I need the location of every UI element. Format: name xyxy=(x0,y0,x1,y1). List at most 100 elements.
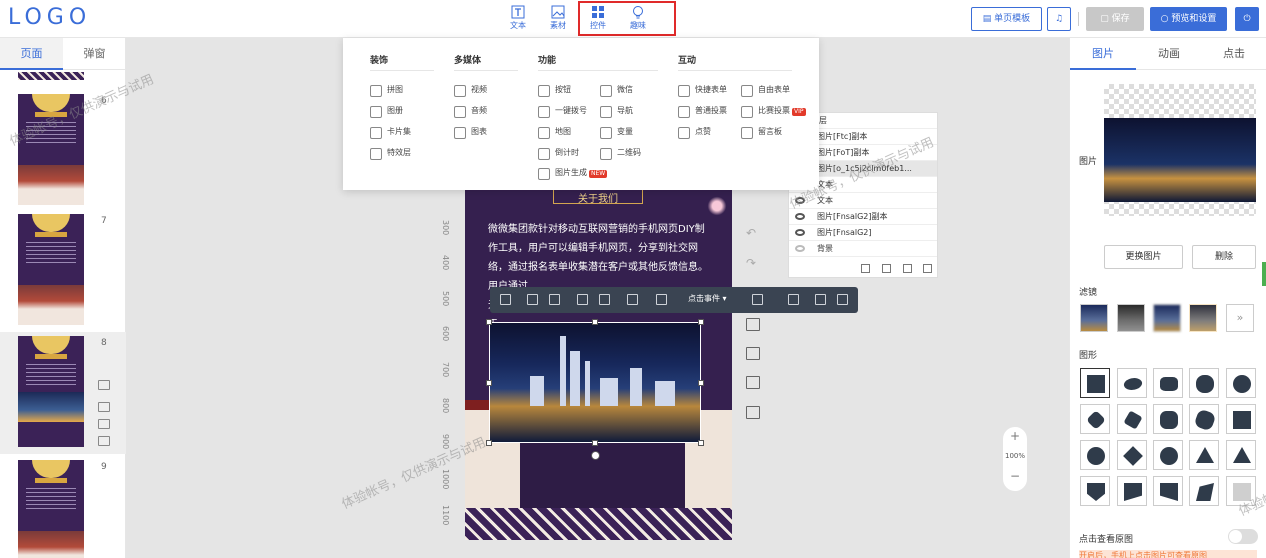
trash-icon[interactable] xyxy=(837,294,848,305)
tab-animation[interactable]: 动画 xyxy=(1136,38,1202,70)
shape-rough-circle[interactable] xyxy=(1080,440,1110,470)
resize-handle[interactable] xyxy=(698,319,704,325)
shape-flag[interactable] xyxy=(1117,476,1147,506)
page-thumb-8[interactable] xyxy=(18,336,84,447)
page-thumb-9[interactable] xyxy=(18,460,84,558)
frame-icon[interactable] xyxy=(549,294,560,305)
menu-item-card-set[interactable]: 卡片集 xyxy=(370,126,411,139)
resize-handle[interactable] xyxy=(698,440,704,446)
page-thumb-7[interactable] xyxy=(18,214,84,325)
tab-image[interactable]: 图片 xyxy=(1070,38,1136,70)
spacing-icon[interactable] xyxy=(788,294,799,305)
menu-item-variable[interactable]: 变量 xyxy=(600,126,633,139)
menu-item-like[interactable]: 点赞 xyxy=(678,126,711,139)
music-button[interactable]: ♫ xyxy=(1047,7,1071,31)
intro-paragraph[interactable]: 微微集团款针对移动互联网营销的手机网页DIY制作工具，用户可以编辑手机网页，分享… xyxy=(488,220,712,334)
single-page-template-button[interactable]: ▤ 单页模板 xyxy=(971,7,1042,31)
page-thumb-5-bottom[interactable] xyxy=(18,72,84,80)
eye-icon[interactable] xyxy=(795,245,805,252)
filter-option[interactable] xyxy=(1189,304,1217,332)
filter-option[interactable] xyxy=(1080,304,1108,332)
tab-click[interactable]: 点击 xyxy=(1201,38,1266,70)
menu-item-countdown[interactable]: 倒计时 xyxy=(538,147,579,160)
resize-handle[interactable] xyxy=(486,380,492,386)
template-page-icon[interactable] xyxy=(98,402,110,412)
tool-material[interactable]: 素材 xyxy=(543,5,573,35)
menu-item-audio[interactable]: 音频 xyxy=(454,105,487,118)
eye-icon[interactable] xyxy=(795,229,805,236)
shape-brush-1[interactable] xyxy=(1117,368,1147,398)
menu-item-video[interactable]: 视频 xyxy=(454,84,487,97)
shape-cross-blob[interactable] xyxy=(1189,404,1219,434)
click-event-dropdown[interactable]: 点击事件 ▾ xyxy=(688,293,727,304)
copy-icon[interactable] xyxy=(815,294,826,305)
menu-item-chart[interactable]: 图表 xyxy=(454,126,487,139)
preview-settings-button[interactable]: ○ 预览和设置 xyxy=(1150,7,1227,31)
duplicate-icon[interactable] xyxy=(746,318,760,331)
menu-item-puzzle[interactable]: 拼图 xyxy=(370,84,403,97)
shape-blob[interactable] xyxy=(1189,368,1219,398)
layer-item[interactable]: 背景 xyxy=(789,241,937,257)
filter-option[interactable] xyxy=(1153,304,1181,332)
menu-item-album[interactable]: 图册 xyxy=(370,105,403,118)
menu-item-effect-layer[interactable]: 特效层 xyxy=(370,147,411,160)
shape-splat-3[interactable] xyxy=(1153,404,1183,434)
download-icon[interactable] xyxy=(746,406,760,419)
shape-circle-rough[interactable] xyxy=(1226,368,1256,398)
layer-delete-icon[interactable] xyxy=(923,264,932,273)
menu-item-image-gen[interactable]: 图片生成 NEW xyxy=(538,167,608,180)
power-button[interactable]: ⏻ xyxy=(1235,7,1259,31)
filter-option[interactable] xyxy=(1117,304,1145,332)
copy-page-icon[interactable] xyxy=(98,419,110,429)
replace-image-button[interactable]: 更换图片 xyxy=(1104,245,1183,269)
redo-icon[interactable]: ↷ xyxy=(746,256,756,270)
more-filters-button[interactable]: » xyxy=(1226,304,1254,332)
align-icon[interactable] xyxy=(656,294,667,305)
menu-item-navigation[interactable]: 导航 xyxy=(600,105,633,118)
delete-page-icon[interactable] xyxy=(98,436,110,446)
city-night-image[interactable] xyxy=(489,322,701,443)
menu-item-wechat[interactable]: 微信 xyxy=(600,84,633,97)
shape-diamond[interactable] xyxy=(1117,440,1147,470)
menu-item-free-form[interactable]: 自由表单 xyxy=(741,84,790,97)
shape-triangle[interactable] xyxy=(1189,440,1219,470)
page-title[interactable]: 关于我们 xyxy=(553,190,643,205)
layer-copy-icon[interactable] xyxy=(882,264,891,273)
resize-handle[interactable] xyxy=(486,319,492,325)
mobile-preview-icon[interactable] xyxy=(746,376,760,389)
resize-handle[interactable] xyxy=(592,440,598,446)
shape-parallelogram[interactable] xyxy=(1189,476,1219,506)
click-view-original-toggle[interactable] xyxy=(1228,529,1258,544)
shape-brush-2[interactable] xyxy=(1153,368,1183,398)
delete-image-button[interactable]: 删除 xyxy=(1192,245,1256,269)
tab-pages[interactable]: 页面 xyxy=(0,38,63,70)
menu-item-one-click-dial[interactable]: 一键拨号 xyxy=(538,105,587,118)
save-button[interactable]: ▢ 保存 xyxy=(1086,7,1144,31)
flip-icon[interactable] xyxy=(752,294,763,305)
tab-popups[interactable]: 弹窗 xyxy=(63,38,126,70)
crop-fit-icon[interactable] xyxy=(500,294,511,305)
crop-icon[interactable] xyxy=(527,294,538,305)
layer-up-icon[interactable] xyxy=(577,294,588,305)
shape-splat-2[interactable] xyxy=(1117,404,1147,434)
shape-splat-1[interactable] xyxy=(1080,404,1110,434)
menu-item-quick-form[interactable]: 快捷表单 xyxy=(678,84,727,97)
zoom-out-button[interactable]: − xyxy=(1003,467,1027,485)
shape-flag-2[interactable] xyxy=(1153,476,1183,506)
resize-handle[interactable] xyxy=(698,380,704,386)
tool-text[interactable]: 文本 xyxy=(503,5,533,35)
menu-item-button[interactable]: 按钮 xyxy=(538,84,571,97)
add-page-icon[interactable] xyxy=(98,380,110,390)
layer-move-icon[interactable] xyxy=(861,264,870,273)
menu-item-message-board[interactable]: 留言板 xyxy=(741,126,782,139)
layer-folder-icon[interactable] xyxy=(903,264,912,273)
menu-item-normal-vote[interactable]: 普通投票 xyxy=(678,105,727,118)
menu-item-map[interactable]: 地图 xyxy=(538,126,571,139)
side-tab[interactable] xyxy=(1262,262,1266,286)
rotate-handle[interactable] xyxy=(591,451,600,460)
shape-circle[interactable] xyxy=(1153,440,1183,470)
layer-item[interactable]: 图片[FnsalG2]副本 xyxy=(789,209,937,225)
border-icon[interactable] xyxy=(627,294,638,305)
layer-item[interactable]: 图片[FnsalG2] xyxy=(789,225,937,241)
zoom-in-button[interactable]: + xyxy=(1003,427,1027,445)
